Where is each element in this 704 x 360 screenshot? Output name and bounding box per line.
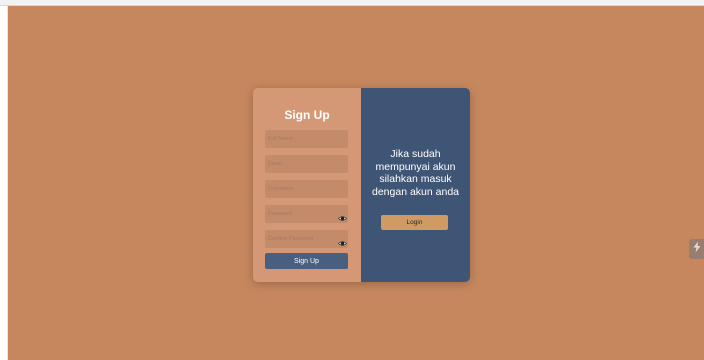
login-panel: Jika sudah mempunyai akun silahkan masuk…	[361, 88, 470, 282]
signup-panel: Sign Up Full Name Email Username Sign Up	[253, 88, 361, 282]
password-field[interactable]	[265, 205, 348, 223]
confirm-password-field[interactable]	[265, 230, 348, 248]
side-widget-button[interactable]	[689, 239, 704, 259]
page-background: Sign Up Full Name Email Username Sign Up…	[8, 6, 704, 360]
left-edge-strip	[0, 6, 8, 360]
email-input[interactable]	[268, 156, 338, 172]
signup-title: Sign Up	[284, 108, 330, 122]
full-name-input[interactable]	[268, 131, 338, 147]
eye-icon[interactable]	[338, 235, 347, 246]
full-name-field[interactable]	[265, 130, 348, 148]
login-button[interactable]: Login	[381, 215, 448, 230]
username-input[interactable]	[268, 181, 338, 197]
eye-icon[interactable]	[338, 210, 347, 221]
signup-button[interactable]: Sign Up	[265, 253, 348, 269]
password-input[interactable]	[268, 206, 338, 222]
auth-card: Sign Up Full Name Email Username Sign Up…	[253, 88, 470, 282]
confirm-password-input[interactable]	[268, 231, 338, 247]
login-message: Jika sudah mempunyai akun silahkan masuk…	[372, 148, 459, 198]
username-field[interactable]	[265, 180, 348, 198]
lightning-icon	[692, 240, 702, 258]
email-field[interactable]	[265, 155, 348, 173]
